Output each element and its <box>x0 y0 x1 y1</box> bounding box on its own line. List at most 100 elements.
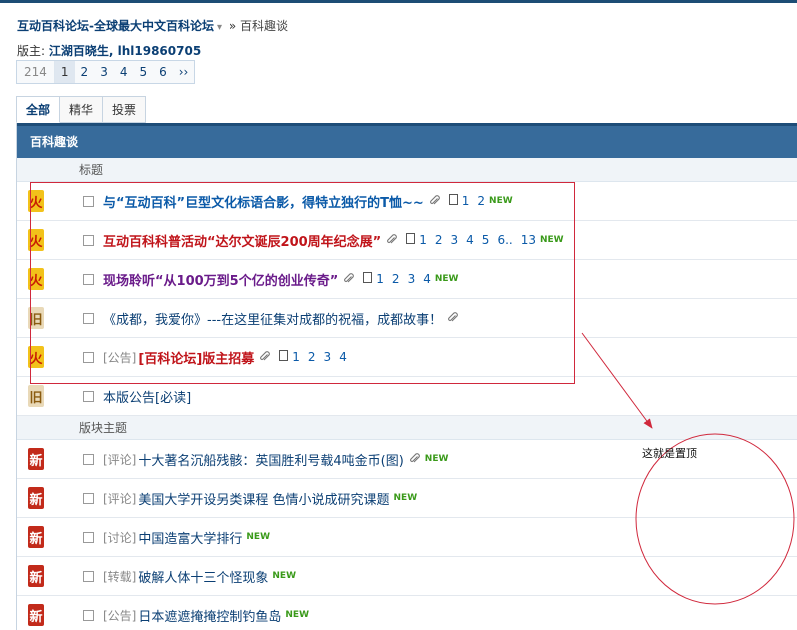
topic-page-link[interactable]: 3 <box>408 272 416 286</box>
pager-page-3[interactable]: 3 <box>94 61 114 83</box>
site-title-link[interactable]: 互动百科论坛-全球最大中文百科论坛 <box>17 19 214 33</box>
topic-list-panel: 百科趣谈 标题 火与“互动百科”巨型文化标语合影，得特立独行的T恤~~ 1 2 NEW… <box>16 123 797 630</box>
topic-page-link[interactable]: 3 <box>324 350 332 364</box>
topic-page-link[interactable]: 2 <box>392 272 400 286</box>
pager-page-5[interactable]: 5 <box>133 61 153 83</box>
topic-title-link[interactable]: 日本遮遮掩掩控制钓鱼岛 <box>138 606 281 625</box>
table-row: 火 [公告] [百科论坛]版主招募 1 2 3 4 <box>17 338 797 377</box>
tab-1[interactable]: 精华 <box>60 96 104 123</box>
topic-status-hot-icon: 火 <box>28 229 44 251</box>
forum-name-header: 百科趣谈 <box>17 123 797 158</box>
pager-page-2[interactable]: 2 <box>75 61 95 83</box>
topic-status-new-icon: 新 <box>28 448 44 470</box>
topic-select-checkbox[interactable] <box>83 312 94 324</box>
topic-title-link[interactable]: 互动百科科普活动“达尔文诞辰200周年纪念展” <box>103 231 381 250</box>
pinned-topic-list: 火与“互动百科”巨型文化标语合影，得特立独行的T恤~~ 1 2 NEW 火互动百科科普活… <box>17 182 797 416</box>
paperclip-icon <box>429 195 441 207</box>
topic-status-hot-icon: 火 <box>28 190 44 212</box>
paperclip-icon <box>386 234 398 246</box>
topic-page-link[interactable]: 3 <box>451 233 459 247</box>
topic-select-checkbox[interactable] <box>83 609 94 621</box>
topic-page-link[interactable]: 1 <box>419 233 427 247</box>
topic-category-prefix[interactable]: [公告] <box>103 349 136 366</box>
topic-category-prefix[interactable]: [转载] <box>103 568 136 585</box>
topic-page-link[interactable]: 1 <box>292 350 300 364</box>
table-row: 旧 本版公告[必读] <box>17 377 797 416</box>
forum-header: 互动百科论坛-全球最大中文百科论坛 ▾ » 百科趣谈 <box>17 17 288 34</box>
pager-total-count: 214 <box>17 61 55 83</box>
topic-title-link[interactable]: 现场聆听“从100万到5个亿的创业传奇” <box>103 270 338 289</box>
pager-page-4[interactable]: 4 <box>114 61 134 83</box>
topic-status-hot-icon: 火 <box>28 346 44 368</box>
annotation-label: 这就是置顶 <box>642 447 697 460</box>
topic-title-link[interactable]: 破解人体十三个怪现象 <box>138 567 268 586</box>
topic-status-new-icon: 新 <box>28 526 44 548</box>
topic-select-checkbox[interactable] <box>83 570 94 582</box>
topic-category-prefix[interactable]: [公告] <box>103 607 136 624</box>
tab-0[interactable]: 全部 <box>16 96 61 123</box>
breadcrumb-separator: » <box>228 19 237 33</box>
table-row: 火 互动百科科普活动“达尔文诞辰200周年纪念展” 1 2 3 4 5 6.. 13 NEW <box>17 221 797 260</box>
table-row: 新 [转载] 破解人体十三个怪现象 NEW <box>17 557 797 596</box>
new-badge: NEW <box>246 532 270 542</box>
moderators-links[interactable]: 江湖百晓生, lhl19860705 <box>49 44 201 58</box>
topic-page-link[interactable]: 2 <box>435 233 443 247</box>
table-row: 新 [公告] 日本遮遮掩掩控制钓鱼岛 NEW <box>17 596 797 630</box>
topic-pages: 12 <box>441 194 485 208</box>
topic-select-checkbox[interactable] <box>83 234 94 246</box>
topic-page-link[interactable]: 2 <box>308 350 316 364</box>
table-row: 旧 《成都，我爱你》---在这里征集对成都的祝福，成都故事！ <box>17 299 797 338</box>
topic-page-link[interactable]: 13 <box>521 233 536 247</box>
top-border <box>0 0 797 3</box>
topic-page-link[interactable]: 4 <box>423 272 431 286</box>
topic-pages: 1 2 3 4 5 6.. 13 <box>398 233 536 247</box>
paperclip-icon <box>409 453 421 465</box>
topic-select-checkbox[interactable] <box>83 195 94 207</box>
pager-next-button[interactable]: ›› <box>173 61 195 83</box>
topic-select-checkbox[interactable] <box>83 351 94 363</box>
new-badge: NEW <box>424 454 449 464</box>
topic-category-prefix[interactable]: [评论] <box>103 490 136 507</box>
topic-title-link[interactable]: 《成都，我爱你》---在这里征集对成都的祝福，成都故事！ <box>103 309 442 328</box>
tab-2[interactable]: 投票 <box>103 96 147 123</box>
topic-status-new-icon: 新 <box>28 487 44 509</box>
moderators-label: 版主: <box>17 44 46 58</box>
forum-topics-section-header: 版块主题 <box>17 416 797 440</box>
topic-select-checkbox[interactable] <box>83 492 94 504</box>
topic-page-link[interactable]: 2 <box>477 194 485 208</box>
paperclip-icon <box>259 351 271 363</box>
topic-page-link[interactable]: 5 <box>482 233 490 247</box>
topic-select-checkbox[interactable] <box>83 390 94 402</box>
topic-title-link[interactable]: [百科论坛]版主招募 <box>138 348 254 367</box>
breadcrumb-current: 百科趣谈 <box>240 19 289 33</box>
topic-title-link[interactable]: 十大著名沉船残骸：英国胜利号载4吨金币(图) <box>138 450 403 469</box>
table-row: 火 现场聆听“从100万到5个亿的创业传奇” 1 2 3 4 NEW <box>17 260 797 299</box>
topic-category-prefix[interactable]: [评论] <box>103 451 136 468</box>
pinned-section-header: 标题 <box>17 158 797 182</box>
pager-page-1[interactable]: 1 <box>54 61 75 83</box>
forum-topic-list: 新 [评论] 十大著名沉船残骸：英国胜利号载4吨金币(图) NEW 新 [评论] 美国大学开… <box>17 440 797 630</box>
topic-title-link[interactable]: 本版公告[必读] <box>103 387 191 406</box>
topic-select-checkbox[interactable] <box>83 531 94 543</box>
topic-page-link[interactable]: 1 <box>376 272 384 286</box>
topic-page-link[interactable]: 4 <box>466 233 474 247</box>
multipage-doc-icon <box>406 233 416 244</box>
pager-page-6[interactable]: 6 <box>153 61 173 83</box>
topic-status-hot-icon: 火 <box>28 268 44 290</box>
topic-title-link[interactable]: 中国造富大学排行 <box>138 528 242 547</box>
topic-page-link[interactable]: 4 <box>339 350 347 364</box>
topic-pages: 1234 <box>355 272 431 286</box>
topic-title-link[interactable]: 美国大学开设另类课程 色情小说成研究课题 <box>138 489 389 508</box>
topic-title-link[interactable]: 与“互动百科”巨型文化标语合影，得特立独行的T恤~~ <box>103 192 424 211</box>
new-badge: NEW <box>285 610 309 620</box>
new-badge: NEW <box>434 274 459 284</box>
topic-category-prefix[interactable]: [讨论] <box>103 529 136 546</box>
new-badge: NEW <box>272 571 296 581</box>
topic-page-link[interactable]: 6.. <box>497 233 512 247</box>
topic-status-old-icon: 旧 <box>28 307 44 329</box>
topic-select-checkbox[interactable] <box>83 453 94 465</box>
table-row: 新 [评论] 美国大学开设另类课程 色情小说成研究课题 NEW <box>17 479 797 518</box>
topic-page-link[interactable]: 1 <box>462 194 470 208</box>
topic-select-checkbox[interactable] <box>83 273 94 285</box>
chevron-down-icon[interactable]: ▾ <box>217 22 222 33</box>
